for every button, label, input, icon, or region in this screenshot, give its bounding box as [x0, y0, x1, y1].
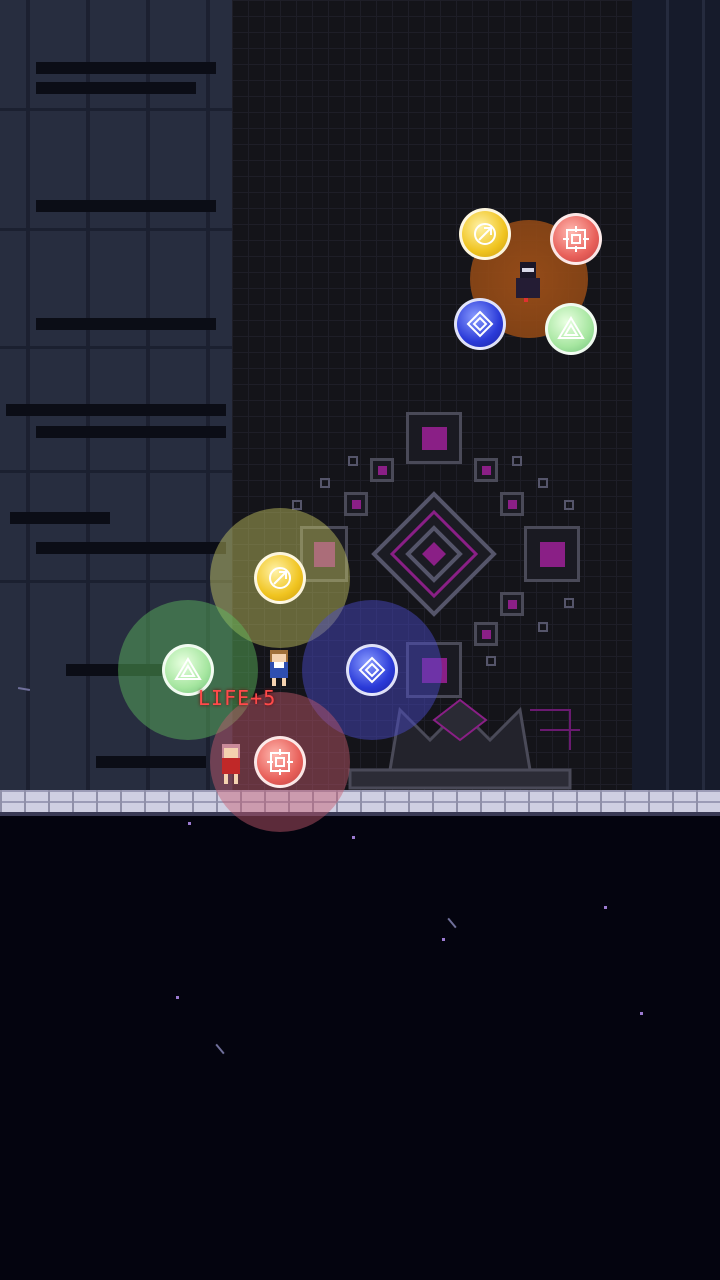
right-wall	[632, 0, 720, 790]
player-orb-yellow	[254, 552, 306, 604]
particle	[604, 906, 607, 909]
particle	[176, 996, 179, 999]
boss-orb-green	[545, 303, 597, 355]
particle	[442, 938, 445, 941]
diamond-core-icon	[371, 491, 497, 617]
triangle-icon	[174, 657, 202, 680]
particle-streak	[215, 1043, 225, 1055]
boss-orb-blue	[454, 298, 506, 350]
diamond-icon	[358, 656, 386, 684]
compass-arrow-icon	[474, 223, 496, 245]
particle	[352, 836, 355, 839]
particle	[188, 822, 191, 825]
companion-girl-red	[222, 744, 240, 784]
triangle-icon	[557, 316, 585, 339]
life-gain-popup: LIFE+5	[198, 686, 277, 710]
particle-streak	[447, 917, 457, 929]
boss-dark-figure	[516, 262, 540, 302]
diamond-icon	[466, 310, 494, 338]
boss-orb-yellow	[459, 208, 511, 260]
target-icon	[563, 226, 589, 252]
boss-orb-red	[550, 213, 602, 265]
player-orb-red	[254, 736, 306, 788]
compass-arrow-icon	[269, 567, 291, 589]
target-icon	[267, 749, 293, 775]
player-girl-blue	[270, 650, 288, 686]
particle	[640, 1012, 643, 1015]
brick-floor	[0, 790, 720, 812]
game-scene[interactable]: LIFE+5	[0, 0, 720, 1280]
floor-edge	[0, 812, 720, 816]
player-orb-blue	[346, 644, 398, 696]
